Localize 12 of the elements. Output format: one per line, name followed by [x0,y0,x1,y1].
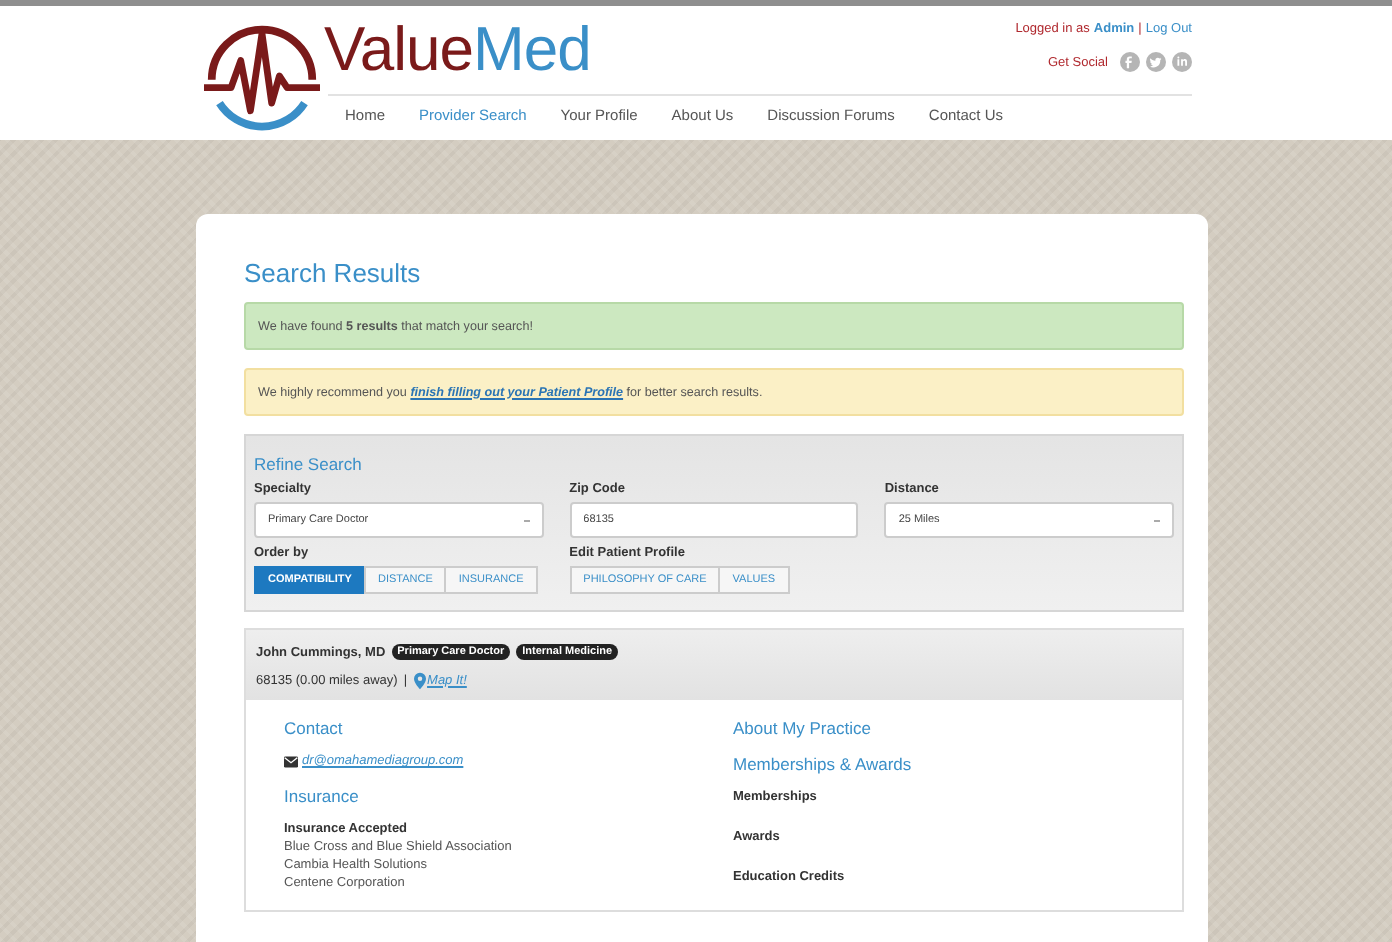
facebook-icon[interactable] [1120,52,1140,72]
section-heading: Memberships & Awards [733,754,914,774]
bird-icon[interactable] [1146,52,1166,72]
linkedin-icon[interactable] [1172,52,1192,72]
page-title: Search Results [244,258,423,288]
section-heading: Insurance [284,786,361,806]
envelope-icon [284,755,298,767]
map-pin-icon [413,671,426,689]
logo-text: ValueMed [324,12,591,88]
section-heading: Contact [284,718,345,738]
section-title: Refine Search [254,454,364,474]
section-heading: About My Practice [733,718,873,738]
